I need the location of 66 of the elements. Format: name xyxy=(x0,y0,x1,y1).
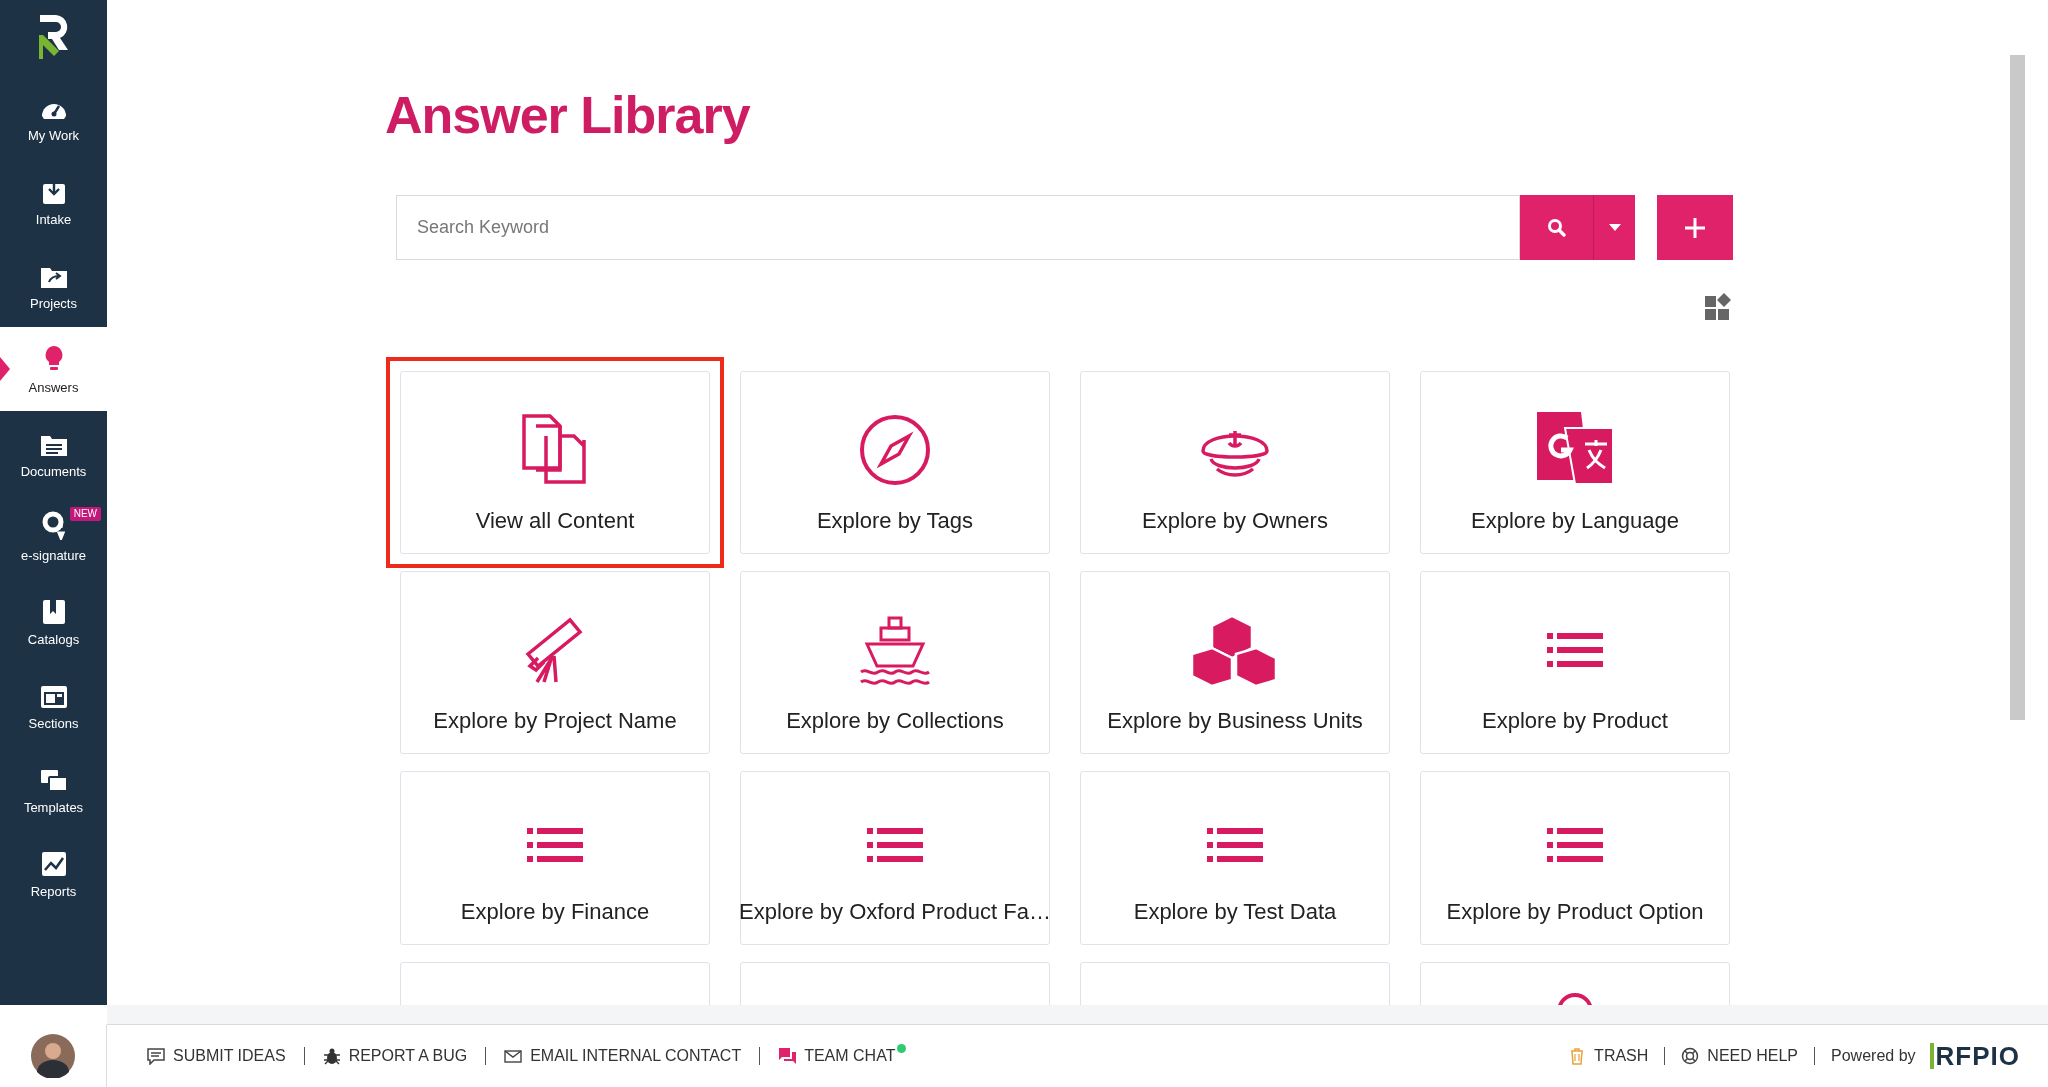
category-card[interactable]: Explore by Finance xyxy=(400,771,710,945)
document-icon xyxy=(40,434,67,456)
list-icon xyxy=(1547,632,1603,667)
footer-link[interactable]: REPORT A BUG xyxy=(322,1044,468,1068)
signature-icon xyxy=(41,510,66,540)
category-card[interactable]: Explore by Tags xyxy=(740,371,1050,554)
sidebar-item[interactable]: My Work xyxy=(27,128,79,144)
list-icon xyxy=(527,828,583,862)
plus-icon xyxy=(1684,216,1706,239)
book-icon xyxy=(42,600,65,624)
category-card[interactable] xyxy=(400,962,710,1005)
sidebar-item[interactable]: Templates xyxy=(23,800,84,816)
list-icon xyxy=(1547,828,1603,862)
sidebar-item[interactable]: Projects xyxy=(30,296,77,312)
compass-icon xyxy=(859,413,931,486)
lifebuoy-icon xyxy=(1681,1047,1700,1065)
folder-icon xyxy=(40,266,67,288)
documents-icon xyxy=(522,413,588,486)
chat-icon xyxy=(778,1047,797,1065)
footer-link[interactable]: SUBMIT IDEAS xyxy=(147,1044,286,1068)
category-card[interactable]: Explore by Oxford Product Fa… xyxy=(740,771,1050,945)
layout-icon[interactable] xyxy=(1705,293,1733,321)
chat-bubble-icon xyxy=(147,1047,165,1065)
category-card[interactable] xyxy=(1420,962,1730,1005)
list-icon xyxy=(867,828,923,862)
category-card[interactable]: Explore by Product xyxy=(1420,571,1730,754)
category-card[interactable]: Explore by Owners xyxy=(1080,371,1390,554)
bug-icon xyxy=(322,1047,341,1065)
search-field[interactable]: Search Keyword xyxy=(396,195,1520,260)
sidebar-item[interactable]: Reports xyxy=(30,884,77,900)
sidebar-item[interactable]: Sections xyxy=(28,716,79,732)
category-card[interactable] xyxy=(1080,962,1390,1005)
sidebar-item[interactable]: Documents xyxy=(20,464,87,480)
sidebar-item[interactable]: e-signature xyxy=(20,548,86,564)
page-title: Answer Library xyxy=(385,85,750,145)
category-card[interactable]: Explore by Product Option xyxy=(1420,771,1730,945)
category-card[interactable] xyxy=(740,962,1050,1005)
category-card[interactable]: Explore by Project Name xyxy=(400,571,710,754)
add-button[interactable] xyxy=(1657,195,1733,260)
powered-by-text: Powered by xyxy=(1831,1046,1916,1066)
caret-icon xyxy=(1608,224,1621,231)
envelope-icon xyxy=(504,1047,523,1065)
footer-link[interactable]: NEED HELP xyxy=(1681,1044,1799,1068)
avatar[interactable] xyxy=(31,1034,75,1078)
new-badge: NEW xyxy=(69,507,101,521)
layout-window-icon xyxy=(40,686,67,708)
active-marker xyxy=(0,357,10,381)
sidebar-item[interactable]: Answers xyxy=(28,380,79,396)
scrollbar[interactable] xyxy=(2010,55,2025,720)
search-button[interactable] xyxy=(1520,195,1593,260)
footer-link[interactable]: EMAIL INTERNAL CONTACT xyxy=(504,1044,742,1068)
category-card[interactable]: Explore by Language xyxy=(1420,371,1730,554)
sidebar-item[interactable]: Intake xyxy=(35,212,72,228)
category-card[interactable]: Explore by Business Units xyxy=(1080,571,1390,754)
search-icon xyxy=(1546,217,1567,238)
category-card[interactable]: Explore by Collections xyxy=(740,571,1050,754)
category-card[interactable]: View all Content xyxy=(400,371,710,554)
sidebar-item[interactable]: Catalogs xyxy=(27,632,80,648)
brand-logo: RFPIO xyxy=(1929,1043,2020,1069)
chart-icon xyxy=(41,852,66,876)
footer-link[interactable]: TEAM CHAT xyxy=(778,1044,896,1068)
stacked-windows-icon xyxy=(40,770,67,792)
lightbulb-icon xyxy=(43,346,64,372)
footer-link[interactable]: TRASH xyxy=(1568,1044,1649,1068)
list-icon xyxy=(1207,828,1263,862)
category-card[interactable]: Explore by Test Data xyxy=(1080,771,1390,945)
